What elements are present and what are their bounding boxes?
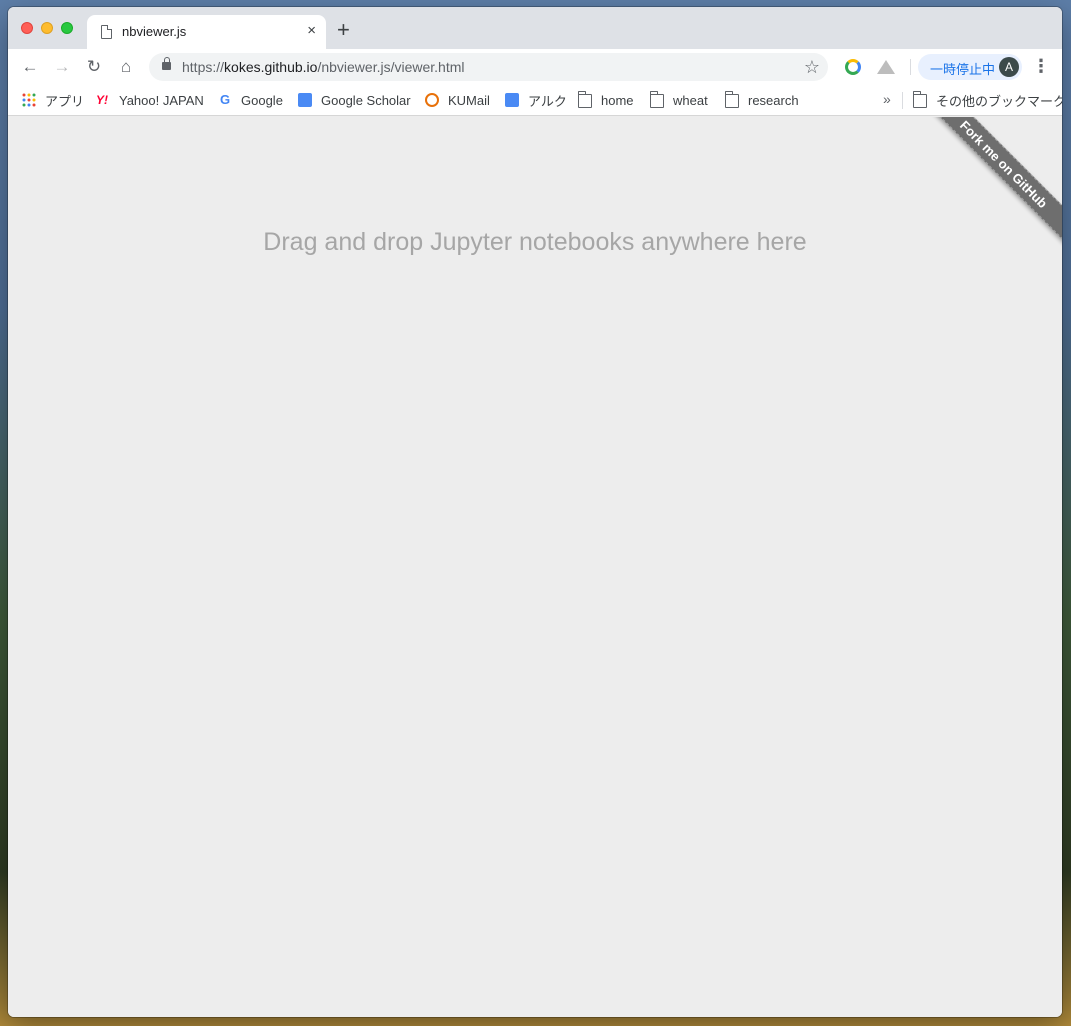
page-icon bbox=[101, 25, 112, 39]
bookmarks-divider bbox=[902, 92, 903, 109]
bookmark-google-scholar[interactable]: Google Scholar bbox=[298, 91, 411, 109]
apps-icon bbox=[22, 93, 36, 107]
bookmark-label: wheat bbox=[673, 92, 708, 108]
bookmark-folder-wheat[interactable]: wheat bbox=[650, 91, 708, 109]
alc-icon bbox=[505, 93, 519, 107]
drive-extension-icon[interactable] bbox=[877, 60, 895, 74]
back-icon[interactable]: ← bbox=[19, 56, 41, 78]
close-window-button[interactable] bbox=[21, 22, 33, 34]
bookmark-label: research bbox=[748, 92, 799, 108]
folder-icon bbox=[913, 91, 927, 108]
sync-paused-button[interactable]: 一時停止中 A bbox=[918, 54, 1022, 80]
tab-title: nbviewer.js bbox=[122, 24, 187, 39]
browser-window: nbviewer.js × + ← → ↻ ⌂ https://kokes.gi… bbox=[8, 7, 1062, 1017]
bookmark-apps[interactable]: アプリ bbox=[22, 91, 84, 109]
zoom-window-button[interactable] bbox=[61, 22, 73, 34]
folder-icon bbox=[725, 91, 739, 108]
address-bar[interactable]: https://kokes.github.io/nbviewer.js/view… bbox=[149, 53, 828, 81]
bookmark-folder-home[interactable]: home bbox=[578, 91, 634, 109]
forward-icon[interactable]: → bbox=[51, 56, 73, 78]
toolbar-divider bbox=[910, 59, 911, 75]
new-tab-button[interactable]: + bbox=[337, 18, 350, 42]
bookmark-google[interactable]: G Google bbox=[218, 91, 283, 109]
folder-icon bbox=[650, 91, 664, 108]
fork-ribbon[interactable]: Fork me on GitHub bbox=[927, 117, 1062, 252]
folder-icon bbox=[578, 91, 592, 108]
tab-strip: nbviewer.js × + bbox=[8, 7, 1062, 49]
bookmarks-overflow-button[interactable]: » bbox=[883, 91, 891, 107]
bookmark-star-icon[interactable]: ☆ bbox=[804, 56, 820, 78]
bookmarks-bar: アプリ Y! Yahoo! JAPAN G Google Google Scho… bbox=[8, 85, 1062, 116]
bookmark-label: アプリ bbox=[45, 93, 85, 109]
bookmark-label: アルク bbox=[528, 93, 567, 109]
avatar: A bbox=[999, 57, 1019, 77]
toolbar: ← → ↻ ⌂ https://kokes.github.io/nbviewer… bbox=[8, 49, 1062, 85]
url-text[interactable]: https://kokes.github.io/nbviewer.js/view… bbox=[182, 59, 465, 75]
bookmark-folder-research[interactable]: research bbox=[725, 91, 799, 109]
bookmark-label: Google bbox=[241, 92, 283, 108]
bookmark-yahoo[interactable]: Y! Yahoo! JAPAN bbox=[96, 91, 204, 109]
bookmark-kumail[interactable]: KUMail bbox=[425, 91, 490, 109]
drop-message: Drag and drop Jupyter notebooks anywhere… bbox=[263, 228, 807, 256]
other-bookmarks-label: その他のブックマーク bbox=[936, 93, 1062, 109]
reload-icon[interactable]: ↻ bbox=[83, 56, 105, 78]
scholar-icon bbox=[298, 93, 312, 107]
fork-ribbon-link[interactable]: Fork me on GitHub bbox=[927, 117, 1062, 251]
other-bookmarks-folder[interactable]: その他のブックマーク bbox=[913, 91, 1062, 109]
lock-icon[interactable] bbox=[162, 57, 171, 70]
tab-nbviewer[interactable]: nbviewer.js × bbox=[87, 15, 326, 49]
bookmark-label: home bbox=[601, 92, 634, 108]
bookmark-alc[interactable]: アルク bbox=[505, 91, 567, 109]
menu-icon[interactable]: ⋮ bbox=[1032, 55, 1050, 77]
minimize-window-button[interactable] bbox=[41, 22, 53, 34]
bookmark-label: Yahoo! JAPAN bbox=[119, 92, 204, 108]
yahoo-icon: Y! bbox=[96, 93, 108, 107]
kumail-icon bbox=[425, 93, 439, 107]
home-icon[interactable]: ⌂ bbox=[115, 56, 137, 78]
sync-paused-label: 一時停止中 bbox=[930, 62, 996, 77]
page-content[interactable]: Drag and drop Jupyter notebooks anywhere… bbox=[8, 117, 1062, 1017]
google-icon: G bbox=[219, 92, 231, 107]
bookmark-label: Google Scholar bbox=[321, 92, 411, 108]
tab-close-icon[interactable]: × bbox=[307, 21, 316, 41]
bookmark-label: KUMail bbox=[448, 92, 490, 108]
extension-icon[interactable] bbox=[845, 59, 861, 75]
